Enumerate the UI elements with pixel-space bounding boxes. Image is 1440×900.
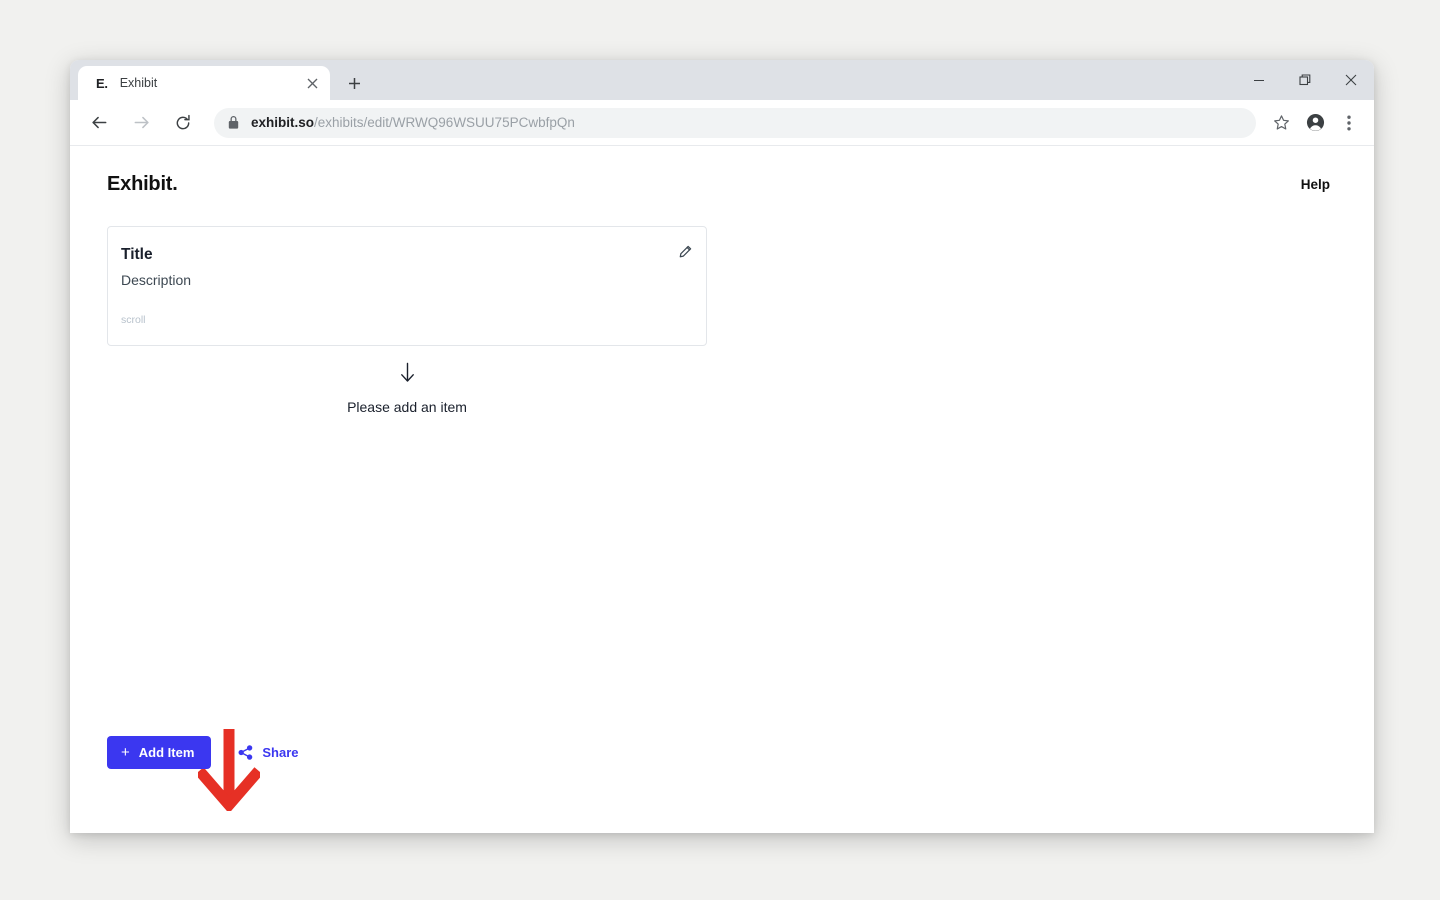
empty-state: Please add an item	[107, 362, 707, 415]
share-icon	[238, 745, 253, 760]
url-host: exhibit.so	[251, 115, 315, 130]
tab-favicon: E.	[96, 75, 108, 91]
exhibit-item-card[interactable]: Title Description scroll	[107, 226, 707, 346]
add-item-label: Add Item	[138, 745, 195, 760]
browser-tab-strip: E. Exhibit	[70, 60, 1374, 100]
browser-toolbar: exhibit.so/exhibits/edit/WRWQ96WSUU75PCw…	[70, 100, 1374, 146]
tab-close-icon[interactable]	[302, 73, 322, 93]
reload-icon[interactable]	[168, 108, 198, 138]
card-description: Description	[121, 272, 192, 288]
footer-actions: + Add Item Share	[107, 736, 301, 769]
address-bar-url: exhibit.so/exhibits/edit/WRWQ96WSUU75PCw…	[251, 115, 575, 130]
address-bar[interactable]: exhibit.so/exhibits/edit/WRWQ96WSUU75PCw…	[214, 107, 1256, 138]
down-arrow-icon	[399, 362, 416, 387]
back-arrow-icon[interactable]	[84, 108, 114, 138]
share-button[interactable]: Share	[236, 741, 300, 764]
tab-title: Exhibit	[119, 76, 158, 90]
browser-tab[interactable]: E. Exhibit	[78, 66, 330, 100]
forward-arrow-icon	[126, 108, 156, 138]
window-close-icon[interactable]	[1328, 60, 1374, 100]
share-label: Share	[262, 745, 299, 760]
exhibit-content-area: Title Description scroll Please add an i…	[70, 226, 1374, 415]
window-controls	[1236, 60, 1374, 100]
account-avatar-icon[interactable]	[1300, 108, 1330, 138]
plus-icon: +	[121, 744, 130, 761]
card-title: Title	[121, 246, 153, 263]
browser-window: E. Exhibit exhibit.so/exhibits/edit/WRWQ…	[70, 60, 1374, 833]
minimize-icon[interactable]	[1236, 60, 1282, 100]
page-content: Exhibit. Help Title Description scroll P…	[70, 146, 1374, 833]
url-path: /exhibits/edit/WRWQ96WSUU75PCwbfpQn	[314, 115, 575, 130]
app-brand-logo[interactable]: Exhibit.	[107, 173, 178, 196]
pencil-icon[interactable]	[674, 241, 696, 263]
app-header: Exhibit. Help	[70, 146, 1374, 196]
star-icon[interactable]	[1266, 108, 1296, 138]
card-scroll-label: scroll	[121, 314, 146, 326]
empty-state-text: Please add an item	[347, 399, 467, 415]
restore-icon[interactable]	[1282, 60, 1328, 100]
lock-icon	[228, 116, 239, 129]
help-link[interactable]: Help	[1301, 177, 1330, 192]
add-item-button[interactable]: + Add Item	[107, 736, 212, 769]
three-dot-menu-icon[interactable]	[1334, 108, 1364, 138]
new-tab-button[interactable]	[340, 69, 368, 97]
